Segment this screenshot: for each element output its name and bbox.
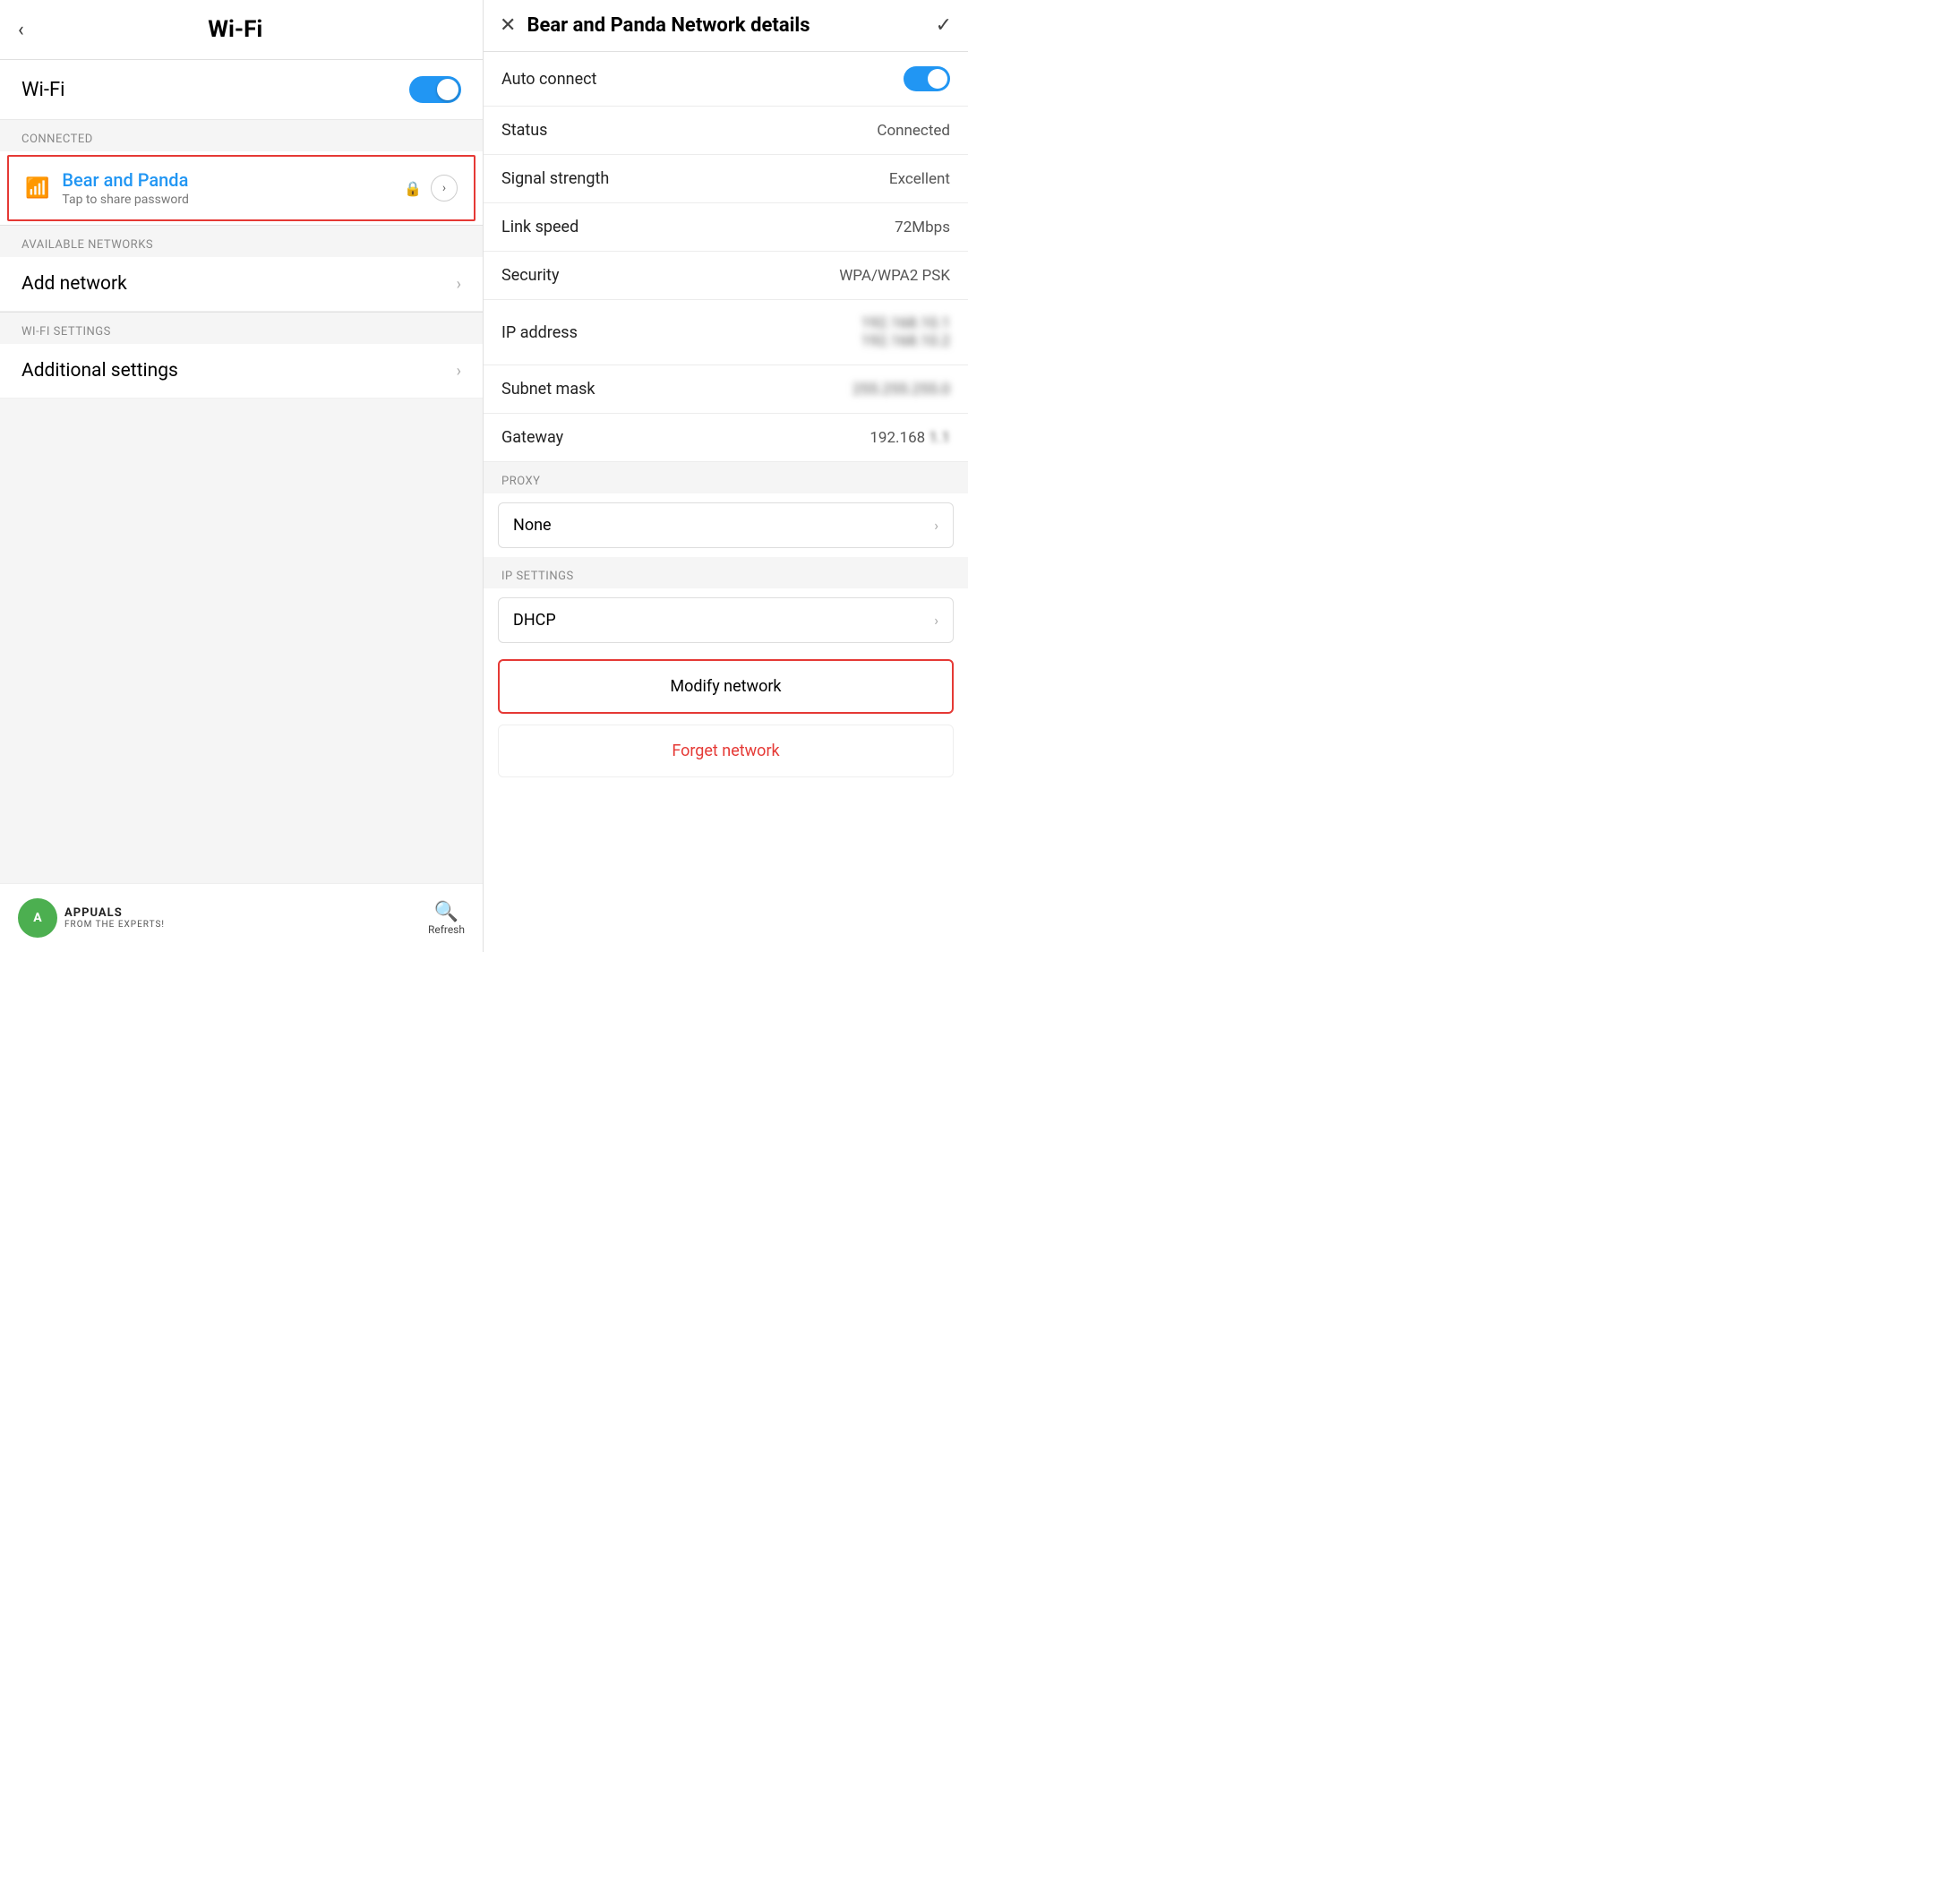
logo-icon: A	[18, 898, 57, 938]
additional-settings-label: Additional settings	[21, 360, 457, 382]
signal-strength-value: Excellent	[889, 170, 950, 188]
wifi-settings-section-label: WI-FI SETTINGS	[0, 313, 483, 344]
auto-connect-knob	[928, 69, 947, 89]
network-name: Bear and Panda	[62, 169, 404, 191]
ip-address-value: 192.168.10.1192.168.10.2	[861, 314, 950, 350]
network-chevron-button[interactable]: ›	[431, 175, 458, 202]
security-value: WPA/WPA2 PSK	[839, 267, 950, 285]
additional-settings-chevron-icon: ›	[457, 362, 461, 381]
link-speed-label: Link speed	[501, 218, 895, 236]
network-details-title: Bear and Panda Network details	[527, 14, 935, 37]
logo-sub-text: FROM THE EXPERTS!	[64, 920, 165, 930]
add-network-label: Add network	[21, 273, 457, 295]
back-button[interactable]: ‹	[18, 19, 24, 41]
proxy-section-header: PROXY	[484, 462, 968, 493]
confirm-button[interactable]: ✓	[936, 14, 952, 37]
logo-text-block: APPUALS FROM THE EXPERTS!	[64, 906, 165, 930]
status-label: Status	[501, 121, 877, 140]
available-section-label: AVAILABLE NETWORKS	[0, 226, 483, 257]
auto-connect-row: Auto connect	[484, 52, 968, 107]
refresh-label: Refresh	[428, 923, 465, 936]
status-value: Connected	[877, 122, 950, 140]
modify-network-label: Modify network	[670, 677, 781, 696]
right-header: ✕ Bear and Panda Network details ✓	[484, 0, 968, 52]
toggle-knob	[437, 79, 458, 100]
subnet-mask-row: Subnet mask 255.255.255.0	[484, 365, 968, 414]
left-panel: ‹ Wi-Fi Wi-Fi CONNECTED 📶 Bear and Panda…	[0, 0, 484, 952]
modify-network-button[interactable]: Modify network	[498, 659, 954, 714]
ip-address-label: IP address	[501, 323, 861, 342]
page-title: Wi-Fi	[42, 16, 429, 43]
subnet-mask-value: 255.255.255.0	[852, 381, 950, 399]
ip-settings-chevron-icon: ›	[934, 612, 938, 629]
auto-connect-toggle[interactable]	[904, 66, 950, 91]
proxy-selector[interactable]: None ›	[498, 502, 954, 548]
wifi-signal-icon: 📶	[25, 177, 49, 200]
network-actions: 🔒 ›	[404, 175, 458, 202]
network-info: Bear and Panda Tap to share password	[62, 169, 404, 207]
wifi-main-label: Wi-Fi	[21, 79, 409, 101]
link-speed-value: 72Mbps	[895, 219, 950, 236]
signal-strength-row: Signal strength Excellent	[484, 155, 968, 203]
status-row: Status Connected	[484, 107, 968, 155]
wifi-toggle-row: Wi-Fi	[0, 60, 483, 120]
right-panel: ✕ Bear and Panda Network details ✓ Auto …	[484, 0, 968, 952]
appuals-logo: A APPUALS FROM THE EXPERTS!	[18, 898, 165, 938]
logo-main-text: APPUALS	[64, 906, 165, 920]
ip-settings-selector[interactable]: DHCP ›	[498, 597, 954, 643]
add-network-chevron-icon: ›	[457, 275, 461, 294]
wifi-toggle[interactable]	[409, 76, 461, 103]
refresh-button[interactable]: 🔍 Refresh	[428, 901, 465, 936]
ip-settings-section-header: IP SETTINGS	[484, 557, 968, 588]
lock-icon: 🔒	[404, 180, 422, 197]
security-label: Security	[501, 266, 839, 285]
bottom-bar: A APPUALS FROM THE EXPERTS! 🔍 Refresh	[0, 883, 483, 952]
additional-settings-item[interactable]: Additional settings ›	[0, 344, 483, 399]
gray-background	[0, 399, 483, 883]
add-network-item[interactable]: Add network ›	[0, 257, 483, 312]
refresh-icon: 🔍	[434, 901, 458, 923]
forget-network-label: Forget network	[672, 742, 779, 760]
link-speed-row: Link speed 72Mbps	[484, 203, 968, 252]
left-header: ‹ Wi-Fi	[0, 0, 483, 60]
proxy-value-label: None	[513, 516, 934, 535]
ip-address-row: IP address 192.168.10.1192.168.10.2	[484, 300, 968, 365]
gateway-label: Gateway	[501, 428, 869, 447]
close-button[interactable]: ✕	[500, 14, 516, 37]
proxy-chevron-icon: ›	[934, 517, 938, 534]
subnet-mask-label: Subnet mask	[501, 380, 852, 399]
connected-network-item[interactable]: 📶 Bear and Panda Tap to share password 🔒…	[7, 155, 475, 221]
network-sub: Tap to share password	[62, 193, 404, 207]
signal-strength-label: Signal strength	[501, 169, 889, 188]
ip-settings-value-label: DHCP	[513, 611, 934, 630]
gateway-row: Gateway 192.168 1.1	[484, 414, 968, 462]
forget-network-button[interactable]: Forget network	[498, 725, 954, 777]
connected-section-label: CONNECTED	[0, 120, 483, 151]
gateway-value: 192.168 1.1	[869, 429, 950, 447]
security-row: Security WPA/WPA2 PSK	[484, 252, 968, 300]
auto-connect-label: Auto connect	[501, 70, 904, 89]
